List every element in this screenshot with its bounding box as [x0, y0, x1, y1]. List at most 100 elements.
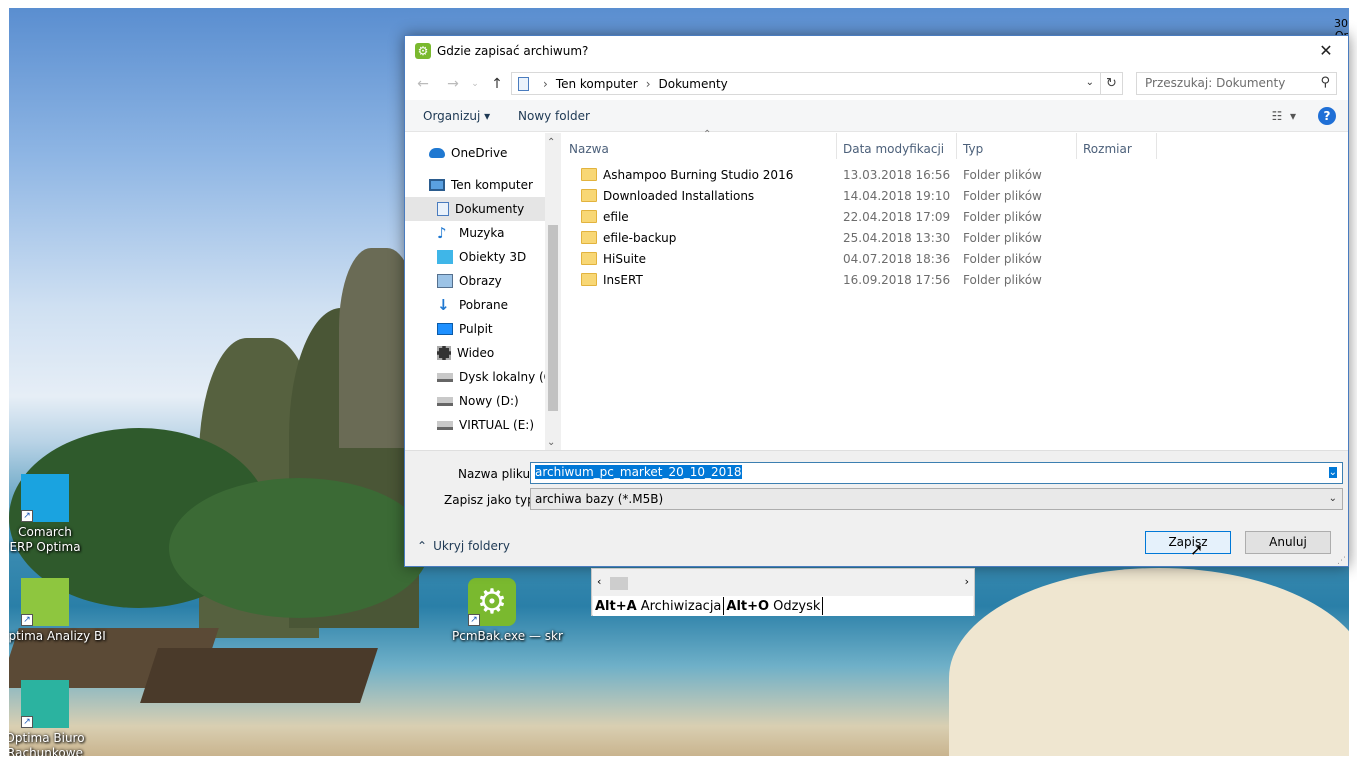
filename-label: Nazwa pliku:: [458, 467, 535, 481]
folder-icon: [581, 252, 597, 265]
help-button[interactable]: ?: [1318, 107, 1336, 125]
desktop-icon-optima-analizy-bi[interactable]: ↗ Optima Analizy BI: [9, 578, 106, 644]
save-button[interactable]: Zapisz: [1145, 531, 1231, 554]
nav-item-obiekty-3d[interactable]: Obiekty 3D: [405, 245, 545, 269]
scroll-down-icon[interactable]: ⌄: [547, 437, 555, 448]
cancel-button[interactable]: Anuluj: [1245, 531, 1331, 554]
column-header-date[interactable]: Data modyfikacji: [837, 133, 957, 159]
nav-item-label: Pulpit: [459, 322, 493, 336]
scrollbar-thumb[interactable]: [610, 577, 628, 590]
nav-scrollbar[interactable]: ⌃ ⌄: [545, 133, 561, 450]
horizontal-scrollbar[interactable]: ‹ ›: [592, 574, 974, 592]
comarch-erp-optima-icon: ↗: [21, 474, 69, 522]
nav-item-pulpit[interactable]: Pulpit: [405, 317, 545, 341]
hotkey-archiwizacja[interactable]: Archiwizacja: [641, 599, 722, 614]
back-button[interactable]: ←: [413, 74, 433, 94]
nav-item-label: VIRTUAL (E:): [459, 418, 535, 432]
filetype-label: Zapisz jako typ:: [444, 493, 539, 507]
recent-locations-button[interactable]: ⌄: [465, 74, 485, 94]
forward-arrow-icon: →: [447, 76, 459, 92]
hide-folders-label: Ukryj foldery: [433, 539, 510, 553]
view-options-button[interactable]: ☷ ▾: [1272, 109, 1296, 123]
back-arrow-icon: ←: [417, 76, 429, 92]
chevron-down-icon[interactable]: ⌄: [1328, 467, 1337, 478]
shortcut-arrow-icon: ↗: [468, 614, 480, 626]
search-input[interactable]: Przeszukaj: Dokumenty ⚲: [1136, 72, 1337, 95]
nav-item-wideo[interactable]: Wideo: [405, 341, 545, 365]
nav-item-ten-komputer[interactable]: Ten komputer: [405, 173, 545, 197]
hotkey-bar: Alt+A Archiwizacja Alt+O Odzysk: [593, 596, 973, 616]
file-type: Folder plików: [963, 188, 1042, 203]
file-row[interactable]: efile-backup 25.04.2018 13:30 Folder pli…: [581, 227, 1341, 248]
hotkey-odzysk[interactable]: Odzysk: [773, 599, 820, 614]
chevron-down-icon: ⌄: [471, 79, 479, 89]
column-header-type[interactable]: Typ: [957, 133, 1077, 159]
breadcrumb-ten-komputer[interactable]: Ten komputer: [556, 77, 638, 91]
nav-item-label: Wideo: [457, 346, 495, 360]
chevron-up-icon: ⌃: [417, 539, 428, 553]
file-name: Downloaded Installations: [603, 188, 755, 203]
breadcrumb-dokumenty[interactable]: Dokumenty: [659, 77, 728, 91]
nav-item-muzyka[interactable]: ♪ Muzyka: [405, 221, 545, 245]
music-icon: ♪: [437, 224, 447, 242]
nav-item-nowy-d[interactable]: Nowy (D:): [405, 389, 545, 413]
column-label: Nazwa: [569, 142, 609, 156]
close-button[interactable]: ✕: [1304, 36, 1348, 66]
desktop-icon-pcmbak[interactable]: ⚙ ↗ PcmBak.exe — skr: [452, 578, 563, 644]
nav-item-label: Nowy (D:): [459, 394, 519, 408]
search-placeholder: Przeszukaj: Dokumenty: [1145, 76, 1286, 90]
file-name: InsERT: [603, 272, 643, 287]
hide-folders-button[interactable]: ⌃ Ukryj foldery: [417, 539, 510, 553]
shortcut-arrow-icon: ↗: [21, 510, 33, 522]
organize-button[interactable]: Organizuj ▾: [423, 109, 490, 123]
file-type: Folder plików: [963, 209, 1042, 224]
folder-icon: [581, 273, 597, 286]
filetype-select[interactable]: archiwa bazy (*.M5B) ⌄: [530, 488, 1343, 510]
hotkey-divider: [723, 597, 725, 615]
optima-biuro-rachunkowe-icon: ↗: [21, 680, 69, 728]
organize-label: Organizuj: [423, 109, 481, 123]
title-bar[interactable]: ⚙ Gdzie zapisać archiwum? ✕: [405, 36, 1348, 66]
scroll-left-icon[interactable]: ‹: [597, 575, 601, 588]
file-date: 25.04.2018 13:30: [843, 230, 951, 245]
chevron-down-icon: ▾: [1289, 109, 1296, 123]
nav-item-virtual-e[interactable]: VIRTUAL (E:): [405, 413, 545, 437]
gear-icon: ⚙ ↗: [468, 578, 516, 626]
forward-button[interactable]: →: [443, 74, 463, 94]
nav-item-label: Obiekty 3D: [459, 250, 527, 264]
nav-item-dokumenty[interactable]: Dokumenty: [405, 197, 545, 221]
optima-analizy-bi-icon: ↗: [21, 578, 69, 626]
file-date: 22.04.2018 17:09: [843, 209, 951, 224]
scroll-up-icon[interactable]: ⌃: [547, 137, 555, 148]
scroll-right-icon[interactable]: ›: [965, 575, 969, 588]
filename-input[interactable]: archiwum_pc_market_20_10_2018 ⌄: [530, 462, 1343, 484]
resize-grip-icon[interactable]: ⋰: [1337, 556, 1346, 566]
column-headers: Nazwa ⌃ Data modyfikacji Typ Rozmiar: [563, 129, 1348, 159]
file-row[interactable]: Downloaded Installations 14.04.2018 19:1…: [581, 185, 1341, 206]
scrollbar-thumb[interactable]: [548, 225, 558, 411]
nav-item-label: Dokumenty: [455, 202, 525, 216]
nav-item-obrazy[interactable]: Obrazy: [405, 269, 545, 293]
chevron-down-icon[interactable]: ⌄: [1086, 77, 1094, 88]
column-header-name[interactable]: Nazwa ⌃: [563, 129, 837, 159]
file-row[interactable]: InsERT 16.09.2018 17:56 Folder plików: [581, 269, 1341, 290]
file-row[interactable]: Ashampoo Burning Studio 2016 13.03.2018 …: [581, 164, 1341, 185]
address-bar[interactable]: › Ten komputer › Dokumenty ⌄ ↻: [511, 72, 1123, 95]
file-type: Folder plików: [963, 230, 1042, 245]
file-row[interactable]: HiSuite 04.07.2018 18:36 Folder plików: [581, 248, 1341, 269]
refresh-icon[interactable]: ↻: [1100, 73, 1122, 94]
column-header-size[interactable]: Rozmiar: [1077, 133, 1157, 159]
up-button[interactable]: ↑: [487, 74, 507, 94]
chevron-down-icon: ⌄: [1328, 493, 1337, 504]
file-row[interactable]: efile 22.04.2018 17:09 Folder plików: [581, 206, 1341, 227]
list-view-icon: ☷: [1271, 109, 1283, 123]
nav-item-dysk-lokalny-c[interactable]: Dysk lokalny (C:): [405, 365, 561, 389]
new-folder-button[interactable]: Nowy folder: [518, 109, 590, 123]
nav-item-onedrive[interactable]: OneDrive: [405, 141, 545, 165]
computer-icon: [429, 179, 445, 191]
desktop-icon-comarch-erp-optima[interactable]: ↗ Comarch ERP Optima: [9, 474, 85, 555]
dialog-title: Gdzie zapisać archiwum?: [437, 44, 589, 58]
shortcut-arrow-icon: ↗: [21, 716, 33, 728]
desktop-icon-optima-biuro-rachunkowe[interactable]: ↗ Optima Biuro Rachunkowe: [9, 680, 85, 756]
nav-item-pobrane[interactable]: ↓ Pobrane: [405, 293, 545, 317]
